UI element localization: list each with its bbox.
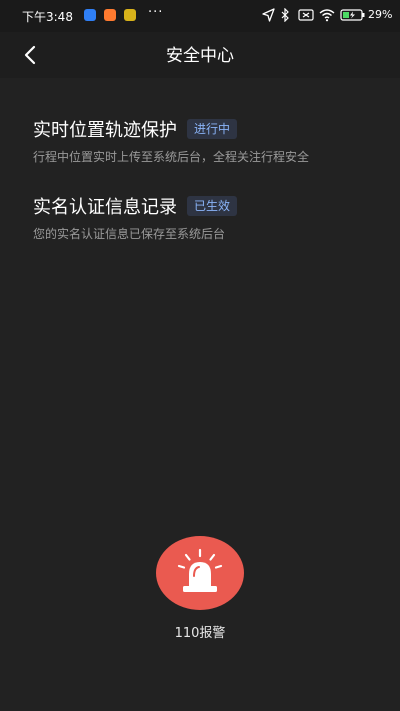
yellow-app-notification-icon xyxy=(124,9,136,21)
main-content: 实时位置轨迹保护 进行中 行程中位置实时上传至系统后台，全程关注行程安全 实名认… xyxy=(0,78,400,711)
safety-center-screen: 下午3:48 ··· 29% 安全中心 实时位置轨迹保护 进行中 行程中位置实时… xyxy=(0,0,400,711)
status-badge: 已生效 xyxy=(187,196,238,216)
emergency-alarm-button[interactable] xyxy=(156,536,244,610)
sim-off-icon xyxy=(298,9,314,21)
battery-charging-icon xyxy=(340,9,365,21)
more-notifications-icon: ··· xyxy=(148,5,164,20)
location-protection-item: 实时位置轨迹保护 进行中 行程中位置实时上传至系统后台，全程关注行程安全 xyxy=(33,116,373,165)
real-name-record-item: 实名认证信息记录 已生效 您的实名认证信息已保存至系统后台 xyxy=(33,193,373,242)
siren-icon xyxy=(177,548,223,592)
info-title: 实时位置轨迹保护 xyxy=(33,120,177,141)
taobao-notification-icon xyxy=(104,9,116,21)
app-notification-icon xyxy=(84,9,96,21)
bluetooth-icon xyxy=(281,8,289,22)
info-title-row: 实时位置轨迹保护 进行中 xyxy=(33,116,373,142)
location-arrow-icon xyxy=(262,8,275,22)
info-title: 实名认证信息记录 xyxy=(33,197,177,218)
alarm-label: 110报警 xyxy=(174,626,226,641)
page-title: 安全中心 xyxy=(166,46,234,66)
status-time: 下午3:48 xyxy=(22,10,73,24)
info-description: 行程中位置实时上传至系统后台，全程关注行程安全 xyxy=(33,150,310,164)
wifi-icon xyxy=(319,9,335,22)
status-badge: 进行中 xyxy=(187,119,238,139)
battery-percentage: 29% xyxy=(368,8,393,21)
header-bar: 安全中心 xyxy=(0,32,400,78)
status-bar: 下午3:48 ··· 29% xyxy=(0,0,400,32)
info-description: 您的实名认证信息已保存至系统后台 xyxy=(33,227,226,241)
info-title-row: 实名认证信息记录 已生效 xyxy=(33,193,373,219)
